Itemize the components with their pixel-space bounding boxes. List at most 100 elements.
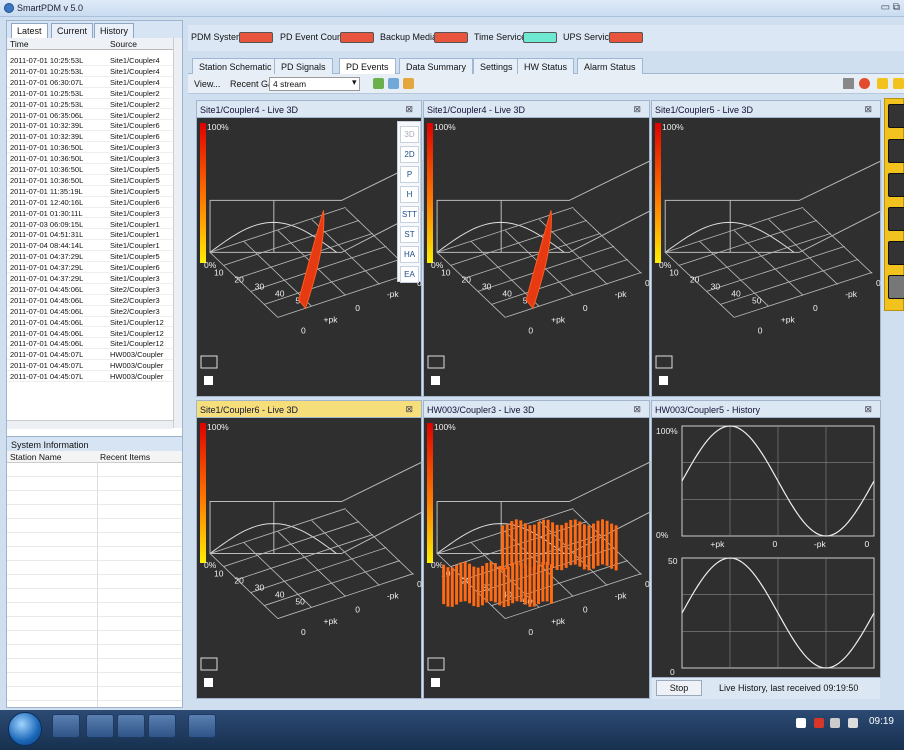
event-row[interactable]: 2011-07-01 10:32:39L Site1/Coupler6 [7, 120, 173, 132]
tab-settings[interactable]: Settings [473, 58, 520, 74]
panel-header[interactable]: Site1/Coupler6 - Live 3D ⊠ [197, 401, 421, 418]
column-source[interactable]: Source [110, 39, 137, 49]
grid-view-icon[interactable] [877, 78, 888, 89]
view-mode-button[interactable]: 3D [400, 126, 419, 143]
view-mode-button[interactable]: ST [400, 226, 419, 243]
panel-header[interactable]: HW003/Coupler5 - History ⊠ [652, 401, 880, 418]
event-row[interactable]: 2011-07-01 10:25:53L Site1/Coupler4 [7, 66, 173, 77]
panel-header[interactable]: HW003/Coupler3 - Live 3D ⊠ [424, 401, 649, 418]
column-station-name[interactable]: Station Name [10, 452, 62, 462]
grid-toggle-icon[interactable] [200, 355, 218, 369]
plot-area[interactable]: 100%0%10203040500+pk0-pk0 [197, 418, 424, 698]
checkbox[interactable] [659, 376, 668, 385]
event-row[interactable]: 2011-07-01 04:37:29L Site1/Coupler6 [7, 262, 173, 273]
close-icon[interactable]: ⊠ [633, 104, 641, 115]
stream-button[interactable] [888, 207, 904, 231]
tab-history[interactable]: History [94, 23, 135, 38]
close-icon[interactable]: ⊠ [633, 404, 641, 415]
checkbox[interactable] [204, 376, 213, 385]
view-mode-button[interactable]: P [400, 166, 419, 183]
event-row[interactable]: 2011-07-01 12:40:16L Site1/Coupler6 [7, 197, 173, 208]
chart-panel[interactable]: Site1/Coupler5 - Live 3D ⊠ 100% 0% 10 20 30 40 5… [651, 100, 883, 397]
event-row[interactable]: 2011-07-01 04:45:06L Site1/Coupler12 [7, 338, 173, 350]
event-row[interactable]: 2011-07-01 04:45:06L Site1/Coupler12 [7, 328, 173, 339]
gallery-select[interactable]: 4 stream [269, 77, 360, 91]
view-button[interactable]: View... [194, 79, 220, 89]
event-row[interactable]: 2011-07-01 10:36:50L Site1/Coupler5 [7, 175, 173, 186]
close-icon[interactable]: ⊠ [864, 104, 872, 115]
checkbox[interactable] [204, 678, 213, 687]
stop-button[interactable]: Stop [656, 680, 702, 696]
event-list[interactable]: 2011-07-01 10:25:53L Site1/Coupler4 2011-0… [7, 55, 173, 411]
tab-data-summary[interactable]: Data Summary [399, 58, 474, 74]
grid-toggle-icon[interactable] [427, 355, 445, 369]
close-icon[interactable]: ⊠ [405, 404, 413, 415]
event-row[interactable]: 2011-07-01 04:45:06L Site2/Coupler3 [7, 306, 173, 317]
window-controls[interactable]: ▭ ⧉ [881, 2, 900, 13]
event-row[interactable]: 2011-07-01 04:45:06L Site2/Coupler3 [7, 295, 173, 306]
event-row[interactable]: 2011-07-01 10:25:53L Site1/Coupler4 [7, 55, 173, 66]
panel-header[interactable]: Site1/Coupler4 - Live 3D ⊠ [197, 101, 421, 118]
event-row[interactable]: 2011-07-04 08:44:14L Site1/Coupler1 [7, 240, 173, 252]
record-icon[interactable] [859, 78, 870, 89]
tray-arrow-icon[interactable] [796, 718, 806, 728]
event-row[interactable]: 2011-07-01 04:45:06L Site1/Coupler12 [7, 317, 173, 328]
tab-pd-events[interactable]: PD Events [339, 58, 396, 74]
plot-area[interactable]: 100%0%10203040500+pk0-pk0 [652, 118, 883, 396]
play-icon[interactable] [843, 78, 854, 89]
event-row[interactable]: 2011-07-01 10:36:50L Site1/Coupler3 [7, 153, 173, 164]
panel-header[interactable]: Site1/Coupler4 - Live 3D ⊠ [424, 101, 649, 118]
stream-button[interactable] [888, 104, 904, 128]
tab-station-schematic[interactable]: Station Schematic [192, 58, 279, 74]
smartpdm-taskbar-icon[interactable] [188, 714, 216, 738]
checkbox[interactable] [431, 678, 440, 687]
view-mode-button[interactable]: 2D [400, 146, 419, 163]
tab-current[interactable]: Current [51, 23, 94, 38]
column-time[interactable]: Time [10, 39, 29, 49]
column-recent-items[interactable]: Recent Items [100, 452, 150, 462]
event-row[interactable]: 2011-07-01 04:45:07L HW003/Coupler [7, 349, 173, 361]
event-row[interactable]: 2011-07-01 04:37:29L Site1/Coupler3 [7, 273, 173, 284]
stream-button[interactable] [888, 173, 904, 197]
view-mode-button[interactable]: HA [400, 246, 419, 263]
tab-alarm-status[interactable]: Alarm Status [577, 58, 643, 74]
grid-toggle-icon[interactable] [427, 657, 445, 671]
plot-area[interactable]: 100%0%10203040500+pk0-pk0 [197, 118, 424, 396]
power-icon[interactable] [830, 718, 840, 728]
tab-hw-status[interactable]: HW Status [517, 58, 575, 74]
event-row[interactable]: 2011-07-01 10:25:53L Site1/Coupler2 [7, 99, 173, 110]
event-list-scrollbar[interactable] [173, 38, 182, 428]
save-gallery-icon[interactable] [373, 78, 384, 89]
event-row[interactable]: 2011-07-01 04:45:06L Site2/Coupler3 [7, 284, 173, 295]
start-button[interactable] [8, 712, 42, 746]
stream-button[interactable] [888, 241, 904, 265]
clock[interactable]: 09:19 [869, 716, 894, 727]
event-row[interactable]: 2011-07-01 06:35:06L Site1/Coupler2 [7, 110, 173, 121]
event-row[interactable]: 2011-07-01 10:32:39L Site1/Coupler6 [7, 131, 173, 143]
stream-button[interactable] [888, 275, 904, 299]
event-row[interactable]: 2011-07-01 10:36:50L Site1/Coupler3 [7, 142, 173, 154]
network-icon[interactable] [814, 718, 824, 728]
grid-toggle-icon[interactable] [200, 657, 218, 671]
chart-panel[interactable]: Site1/Coupler4 - Live 3D⊠100%0%102030405… [196, 100, 424, 397]
view-mode-button[interactable]: EA [400, 266, 419, 283]
event-row[interactable]: 2011-07-01 04:37:29L Site1/Coupler5 [7, 251, 173, 263]
event-row[interactable]: 2011-07-01 04:51:31L Site1/Coupler1 [7, 229, 173, 241]
event-row[interactable]: 2011-07-01 01:30:11L Site1/Coupler3 [7, 208, 173, 219]
view-mode-button[interactable]: STT [400, 206, 419, 223]
search-taskbar-icon[interactable] [86, 714, 114, 738]
chart-panel[interactable]: Site1/Coupler4 - Live 3D⊠100%0%102030405… [423, 100, 652, 397]
event-row[interactable]: 2011-07-01 10:25:53L Site1/Coupler2 [7, 88, 173, 99]
event-row[interactable]: 2011-07-03 06:09:15L Site1/Coupler1 [7, 219, 173, 230]
event-row[interactable]: 2011-07-01 10:36:50L Site1/Coupler5 [7, 164, 173, 175]
view-mode-button[interactable]: H [400, 186, 419, 203]
chart-panel[interactable]: HW003/Coupler3 - Live 3D⊠100%0%102030405… [423, 400, 652, 699]
event-row[interactable]: 2011-07-01 04:45:07L HW003/Coupler [7, 360, 173, 372]
chart-panel[interactable]: HW003/Coupler5 - History ⊠ 100% 0% 50 0 +pk 0 -p… [651, 400, 881, 678]
panel-header[interactable]: Site1/Coupler5 - Live 3D ⊠ [652, 101, 880, 118]
chevron-down-icon[interactable]: ▾ [352, 77, 357, 88]
event-list-hscrollbar[interactable] [7, 420, 173, 429]
volume-icon[interactable] [848, 718, 858, 728]
plot-area[interactable]: 100%0%10203040500+pk0-pk0 [424, 118, 652, 396]
open-gallery-icon[interactable] [388, 78, 399, 89]
